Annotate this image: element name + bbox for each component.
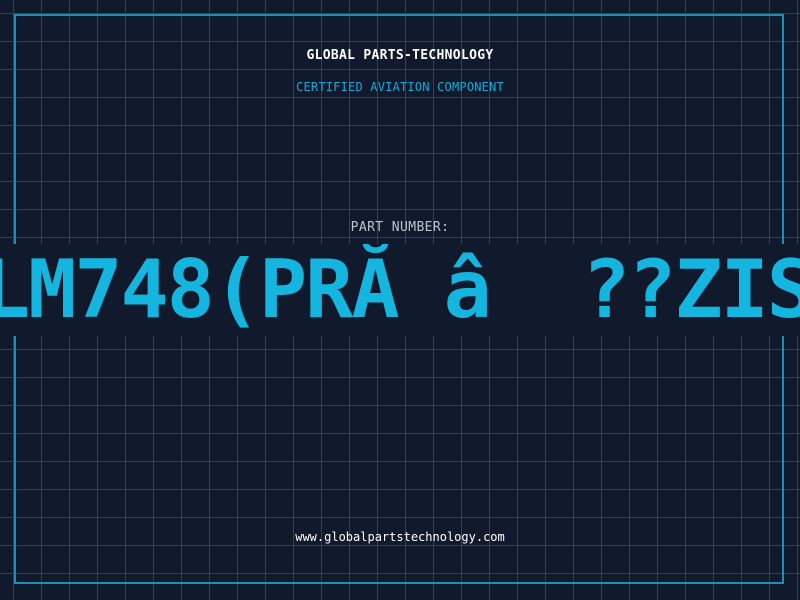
company-title: GLOBAL PARTS-TECHNOLOGY — [306, 48, 494, 63]
part-number-label: PART NUMBER: — [350, 220, 450, 235]
certification-subtitle: CERTIFIED AVIATION COMPONENT — [296, 80, 504, 94]
website-url: www.globalpartstechnology.com — [295, 530, 505, 544]
part-number-value: LM748(PRĂ â ??ZISB — [0, 244, 800, 336]
part-number-band: LM748(PRĂ â ??ZISB — [0, 244, 800, 336]
